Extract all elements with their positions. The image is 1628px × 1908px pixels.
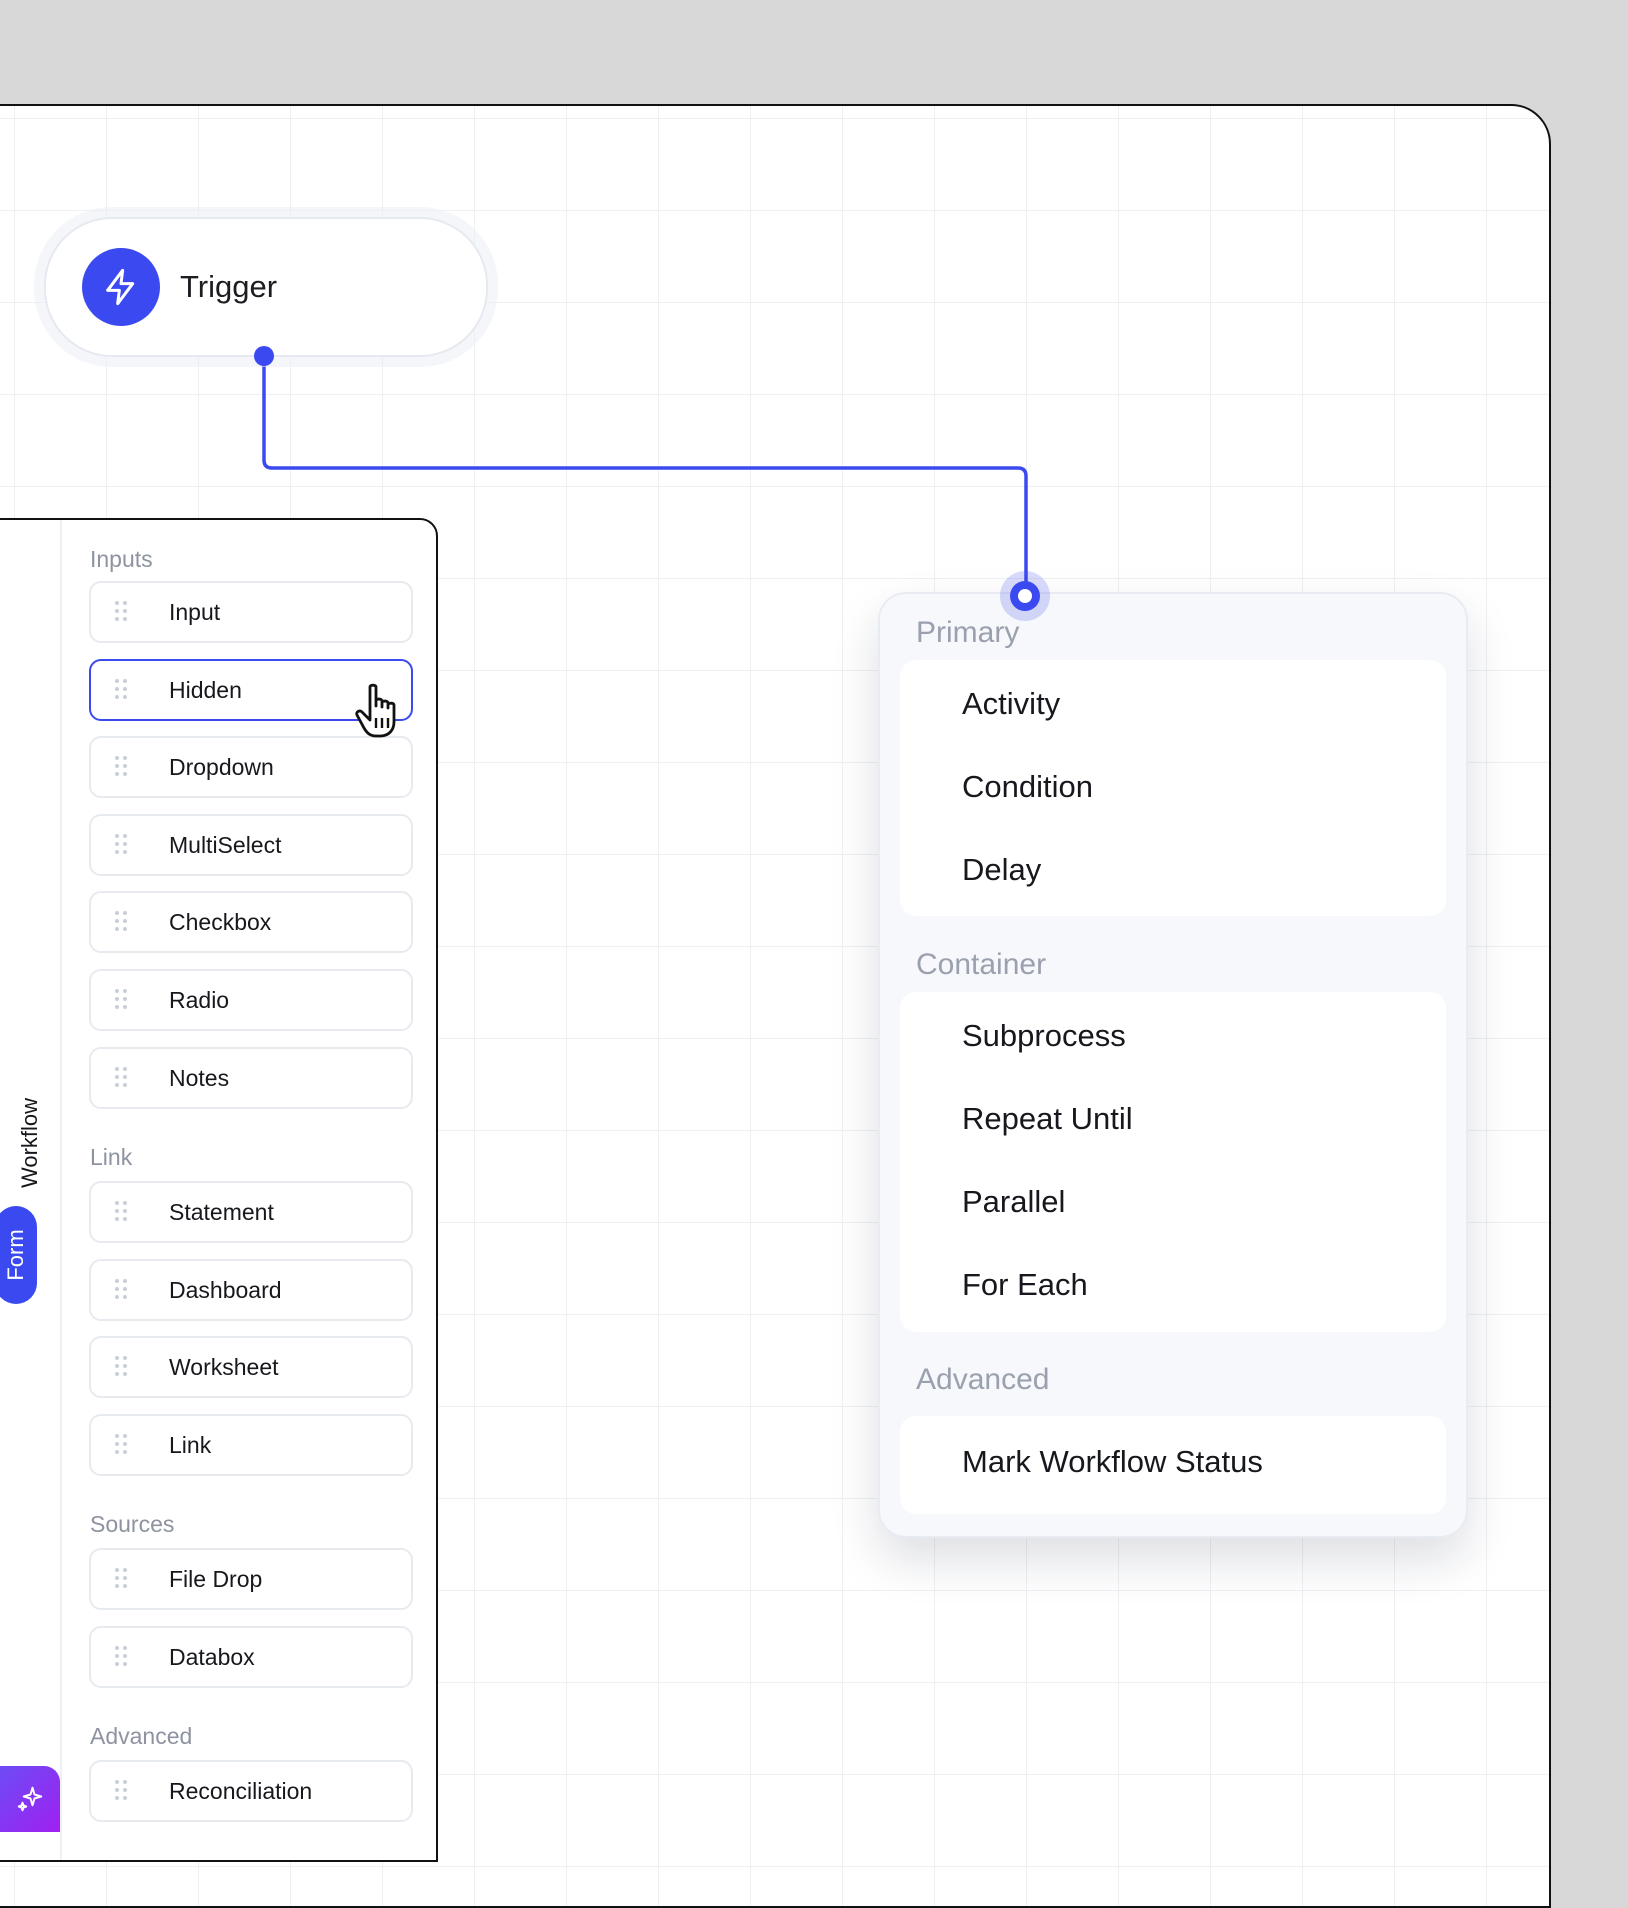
group-label-link: Link: [90, 1144, 133, 1170]
component-worksheet[interactable]: Worksheet: [89, 1336, 413, 1398]
drag-handle-icon[interactable]: [115, 679, 129, 701]
section-label-primary: Primary: [916, 616, 1020, 649]
tab-form[interactable]: Form: [0, 1206, 37, 1304]
option-activity[interactable]: Activity: [962, 686, 1060, 722]
component-notes[interactable]: Notes: [89, 1047, 413, 1109]
drag-handle-icon[interactable]: [115, 1201, 129, 1223]
option-parallel[interactable]: Parallel: [962, 1184, 1065, 1220]
node-input-port[interactable]: [1000, 571, 1050, 621]
ai-assistant-button[interactable]: [0, 1766, 60, 1832]
component-label: Dropdown: [169, 753, 274, 780]
component-dashboard[interactable]: Dashboard: [89, 1259, 413, 1321]
option-mark-workflow-status[interactable]: Mark Workflow Status: [962, 1444, 1263, 1480]
drag-handle-icon[interactable]: [115, 1646, 129, 1668]
lightning-icon: [82, 248, 160, 326]
component-radio[interactable]: Radio: [89, 969, 413, 1031]
component-input[interactable]: Input: [89, 581, 413, 643]
component-label: Checkbox: [169, 908, 272, 935]
component-label: Radio: [169, 986, 230, 1013]
option-repeat-until[interactable]: Repeat Until: [962, 1101, 1133, 1137]
component-file-drop[interactable]: File Drop: [89, 1548, 413, 1610]
trigger-node[interactable]: Trigger: [44, 217, 488, 357]
sparkles-icon: [17, 1786, 43, 1812]
section-advanced: Mark Workflow Status: [900, 1416, 1446, 1514]
component-label: Link: [169, 1431, 212, 1458]
component-dropdown[interactable]: Dropdown: [89, 736, 413, 798]
group-label-advanced: Advanced: [90, 1723, 193, 1749]
option-delay[interactable]: Delay: [962, 852, 1041, 888]
option-subprocess[interactable]: Subprocess: [962, 1018, 1126, 1054]
trigger-output-port[interactable]: [254, 346, 274, 366]
hand-cursor-icon: [355, 683, 396, 738]
drag-handle-icon[interactable]: [115, 989, 129, 1011]
section-primary: Activity Condition Delay: [900, 660, 1446, 916]
component-label: Databox: [169, 1643, 255, 1670]
section-label-advanced: Advanced: [916, 1363, 1050, 1396]
trigger-label: Trigger: [180, 269, 278, 304]
component-checkbox[interactable]: Checkbox: [89, 891, 413, 953]
drag-handle-icon[interactable]: [115, 1434, 129, 1456]
component-label: Worksheet: [169, 1353, 279, 1380]
drag-handle-icon[interactable]: [115, 1279, 129, 1301]
component-label: File Drop: [169, 1565, 263, 1592]
component-label: Notes: [169, 1064, 230, 1091]
tab-workflow[interactable]: Workflow: [10, 1083, 50, 1203]
section-label-container: Container: [916, 948, 1047, 981]
drag-handle-icon[interactable]: [115, 1780, 129, 1802]
component-label: Reconciliation: [169, 1777, 313, 1804]
group-label-inputs: Inputs: [90, 546, 153, 572]
group-label-sources: Sources: [90, 1511, 175, 1537]
component-label: Hidden: [169, 676, 242, 703]
component-label: MultiSelect: [169, 831, 282, 858]
drag-handle-icon[interactable]: [115, 834, 129, 856]
drag-handle-icon[interactable]: [115, 1067, 129, 1089]
drag-handle-icon[interactable]: [115, 911, 129, 933]
option-condition[interactable]: Condition: [962, 769, 1093, 805]
component-label: Input: [169, 598, 221, 625]
option-for-each[interactable]: For Each: [962, 1267, 1088, 1303]
component-reconciliation[interactable]: Reconciliation: [89, 1760, 413, 1822]
section-container: Subprocess Repeat Until Parallel For Eac…: [900, 992, 1446, 1332]
component-multiselect[interactable]: MultiSelect: [89, 814, 413, 876]
component-label: Statement: [169, 1198, 274, 1225]
drag-handle-icon[interactable]: [115, 1356, 129, 1378]
drag-handle-icon[interactable]: [115, 756, 129, 778]
sidebar-tabs: Workflow Form: [0, 520, 62, 1860]
drag-handle-icon[interactable]: [115, 1568, 129, 1590]
component-link[interactable]: Link: [89, 1414, 413, 1476]
component-statement[interactable]: Statement: [89, 1181, 413, 1243]
drag-handle-icon[interactable]: [115, 601, 129, 623]
component-databox[interactable]: Databox: [89, 1626, 413, 1688]
add-node-menu: Primary Activity Condition Delay Contain…: [878, 592, 1468, 1538]
component-label: Dashboard: [169, 1276, 282, 1303]
